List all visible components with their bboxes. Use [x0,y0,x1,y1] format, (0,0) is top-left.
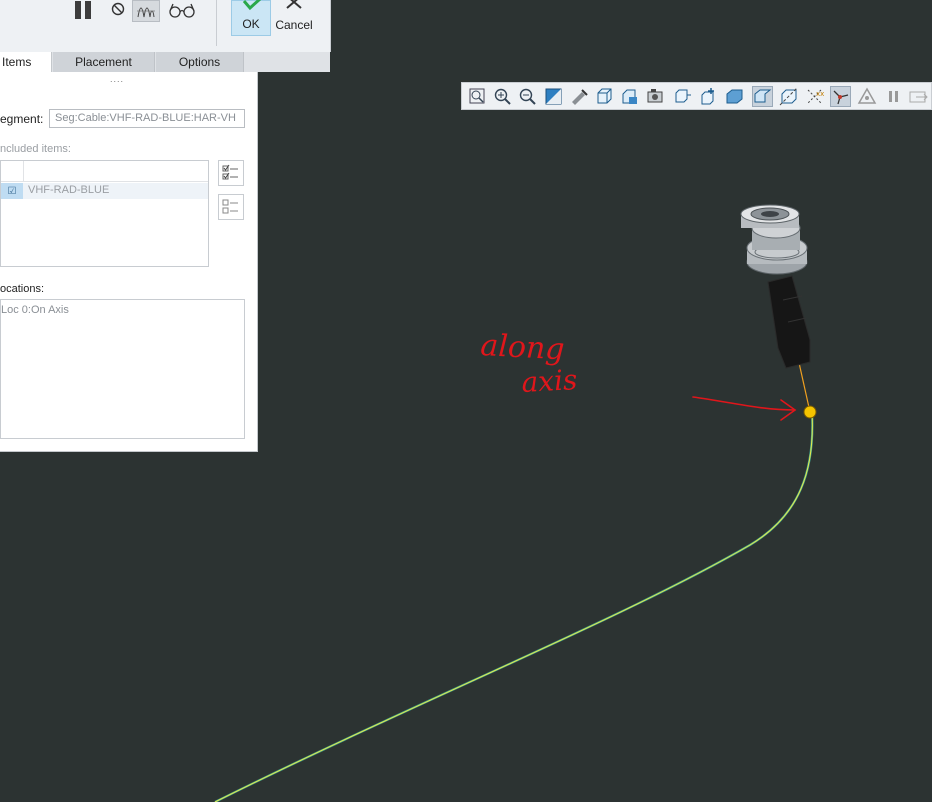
list-header [1,161,208,182]
wave-icon[interactable] [132,0,160,22]
spin-center-icon[interactable] [857,86,878,107]
view-toolbar: xx [461,82,932,110]
close-icon [286,0,302,9]
zoom-in-icon[interactable] [492,86,513,107]
annotation-line-2: axis [521,363,578,399]
locations-list[interactable]: Loc 0:On Axis [0,299,245,439]
pause-icon[interactable] [70,0,96,20]
select-all-icon [222,164,238,180]
ok-button[interactable]: OK [231,0,271,36]
annotation-line-1: along [480,328,566,367]
repaint-icon[interactable] [543,86,564,107]
zoom-out-icon[interactable] [517,86,538,107]
tab-placement[interactable]: Placement [53,52,155,72]
deselect-all-button[interactable] [218,194,244,220]
ok-label: OK [242,17,260,31]
locations-label: ocations: [0,283,45,295]
bnc-connector[interactable] [740,204,811,369]
view-box-icon[interactable] [594,86,615,107]
tab-options[interactable]: Options [156,52,244,72]
annotation-icon[interactable] [698,86,719,107]
panel-grip[interactable]: .... [110,74,124,84]
cable-path-highlight [214,411,813,802]
tab-items[interactable]: Items [0,52,52,72]
refit-icon[interactable] [467,86,488,107]
pan-icon[interactable] [568,86,589,107]
select-all-button[interactable] [218,160,244,186]
coordinate-system-icon[interactable] [830,86,851,107]
annotation-arrow [692,396,796,411]
location-item[interactable]: Loc 0:On Axis [1,304,69,316]
cable-path[interactable] [214,411,814,802]
cancel-label: Cancel [275,18,313,32]
segment-field[interactable]: Seg:Cable:VHF-RAD-BLUE:HAR-VH [49,109,245,128]
placement-point[interactable] [803,405,817,419]
datum-axis-icon[interactable] [778,86,799,107]
datum-plane-icon[interactable] [752,86,773,107]
section-icon[interactable] [672,86,693,107]
ribbon: OK Cancel [0,0,331,52]
toolbar-pause-icon[interactable] [883,86,904,107]
display-style-icon[interactable] [724,86,745,107]
item-checkbox[interactable]: ☑ [1,183,23,199]
deselect-all-icon [222,199,238,214]
ribbon-separator [216,0,217,46]
glasses-icon[interactable] [166,0,198,20]
dashboard-tabs: Items Placement Options [0,52,330,72]
item-label: VHF-RAD-BLUE [28,184,110,196]
saved-views-icon[interactable] [619,86,640,107]
checkmark-icon [242,0,262,11]
included-items-label: ncluded items: [0,143,71,155]
no-entry-icon[interactable] [109,0,127,18]
camera-icon[interactable] [645,86,666,107]
exit-icon[interactable] [908,86,929,107]
included-items-list[interactable]: ☑ VHF-RAD-BLUE [0,160,209,267]
svg-text:xx: xx [816,90,824,98]
list-item[interactable]: ☑ VHF-RAD-BLUE [1,183,208,199]
handwritten-annotation [692,396,797,421]
cancel-button[interactable]: Cancel [274,0,314,36]
items-panel: .... egment: Seg:Cable:VHF-RAD-BLUE:HAR-… [0,72,258,452]
segment-label: egment: [0,112,44,126]
datum-point-icon[interactable]: xx [804,86,825,107]
